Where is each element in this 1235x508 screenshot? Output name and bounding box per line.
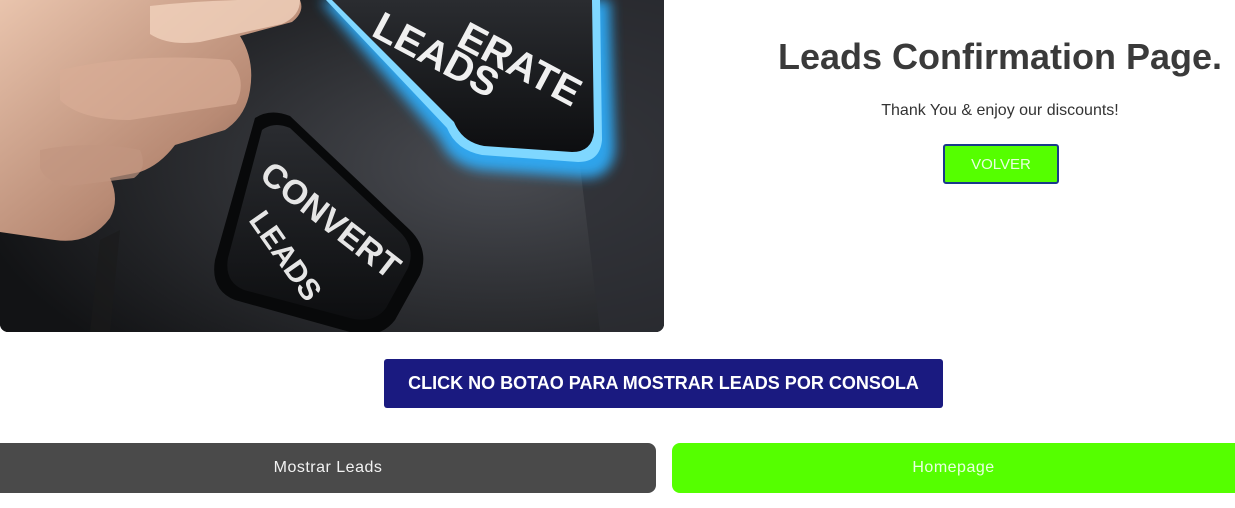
volver-button[interactable]: VOLVER <box>943 144 1059 184</box>
hero-illustration: ERATE LEADS CONVERT LEADS <box>0 0 664 332</box>
thank-you-message: Thank You & enjoy our discounts! <box>881 102 1119 119</box>
hero-image: ERATE LEADS CONVERT LEADS <box>0 0 664 332</box>
show-leads-button[interactable]: Mostrar Leads <box>0 443 656 493</box>
instruction-banner: CLICK NO BOTAO PARA MOSTRAR LEADS POR CO… <box>384 359 943 408</box>
page-title: Leads Confirmation Page. <box>777 36 1223 77</box>
homepage-button[interactable]: Homepage <box>672 443 1235 493</box>
leads-confirmation-page: ERATE LEADS CONVERT LEADS Leads Confirma… <box>0 0 1235 508</box>
